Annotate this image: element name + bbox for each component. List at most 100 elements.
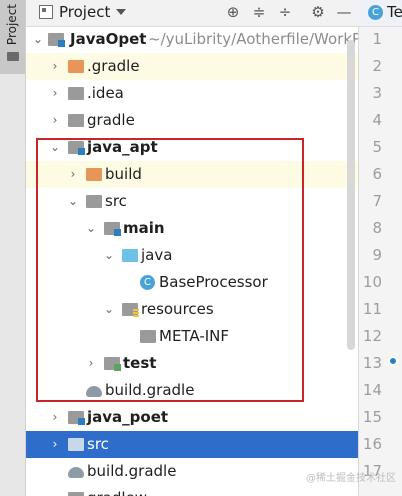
tree-row-label: build.gradle <box>105 381 195 399</box>
tree-row-label: META-INF <box>159 327 230 345</box>
implemented-marker-icon[interactable] <box>388 356 398 366</box>
tree-row-baseprocessor[interactable]: C BaseProcessor <box>26 269 358 296</box>
tree-row-java[interactable]: ⌄ java <box>26 242 358 269</box>
line-number: 8 <box>372 219 382 237</box>
line-number: 10 <box>362 273 382 291</box>
tree-row-main[interactable]: ⌄ main <box>26 215 358 242</box>
tree-row-label: test <box>123 354 157 372</box>
line-number: 6 <box>372 165 382 183</box>
line-number: 11 <box>362 300 382 318</box>
chevron-right-icon[interactable]: › <box>49 404 61 431</box>
project-tool-tab-label: Project <box>5 4 19 46</box>
tree-row-label: JavaOpet <box>70 30 147 48</box>
line-number: 9 <box>372 246 382 264</box>
tree-row-java-apt[interactable]: ⌄ java_apt <box>26 134 358 161</box>
project-panel-header: Project ⊕ ≑ ÷ ⚙ — <box>26 0 358 27</box>
module-folder-icon <box>48 33 65 47</box>
tree-row-label: java_apt <box>87 138 158 156</box>
tree-row-label: build.gradle <box>87 462 177 480</box>
tool-window-strip <box>0 0 26 496</box>
module-folder-icon <box>68 141 85 155</box>
tree-row-build-gradle[interactable]: build.gradle <box>26 377 358 404</box>
chevron-down-icon[interactable]: ⌄ <box>49 134 61 161</box>
folder-icon <box>68 438 84 451</box>
tree-row-label: gradle <box>87 111 135 129</box>
line-number: 1 <box>372 30 382 48</box>
chevron-down-icon[interactable]: ⌄ <box>103 296 115 323</box>
tree-scrollbar-thumb[interactable] <box>347 40 355 350</box>
chevron-down-icon[interactable]: ⌄ <box>85 215 97 242</box>
collapse-all-icon[interactable]: ÷ <box>276 3 294 21</box>
line-number: 3 <box>372 84 382 102</box>
chevron-right-icon[interactable]: › <box>49 431 61 458</box>
tree-row-label: BaseProcessor <box>159 273 268 291</box>
watermark: @稀土掘金技术社区 <box>306 473 396 484</box>
locate-icon[interactable]: ⊕ <box>224 3 242 21</box>
folder-icon <box>140 330 156 343</box>
tree-row-src-selected[interactable]: › src <box>26 431 358 458</box>
tree-row-gradlew[interactable]: gradlew <box>26 485 358 496</box>
tree-row-path: ~/yuLibrity/Aotherfile/WorkPla <box>148 30 358 48</box>
chevron-right-icon[interactable]: › <box>49 53 61 80</box>
chevron-right-icon[interactable]: › <box>49 80 61 107</box>
hide-icon[interactable]: — <box>335 3 353 21</box>
tree-row-label: .idea <box>87 84 124 102</box>
line-number: 4 <box>372 111 382 129</box>
gradle-icon <box>68 467 84 478</box>
gradle-icon <box>86 386 102 397</box>
excluded-folder-icon <box>86 168 102 181</box>
line-number: 12 <box>362 327 382 345</box>
tree-row-label: gradlew <box>87 485 147 496</box>
chevron-right-icon[interactable]: › <box>49 107 61 134</box>
line-number: 7 <box>372 192 382 210</box>
editor-tab-label: Te <box>387 3 402 21</box>
tree-row-label: main <box>123 219 165 237</box>
tree-row-gradle[interactable]: › gradle <box>26 107 358 134</box>
project-icon <box>39 5 53 19</box>
chevron-right-icon[interactable]: › <box>67 161 79 188</box>
line-number: 13 <box>362 354 382 372</box>
tree-row-meta-inf[interactable]: META-INF <box>26 323 358 350</box>
tree-row-idea[interactable]: › .idea <box>26 80 358 107</box>
tree-row-java-poet[interactable]: › java_poet <box>26 404 358 431</box>
class-icon: C <box>140 275 155 290</box>
chevron-down-icon[interactable] <box>116 9 126 15</box>
tree-row-label: src <box>87 435 109 453</box>
source-folder-icon <box>122 249 138 262</box>
panel-title[interactable]: Project <box>59 3 110 21</box>
chevron-right-icon[interactable]: › <box>85 350 97 377</box>
class-icon: C <box>368 5 383 20</box>
test-folder-icon <box>104 357 121 371</box>
line-number: 16 <box>362 435 382 453</box>
excluded-folder-icon <box>68 60 84 73</box>
resources-folder-icon <box>122 303 139 317</box>
tree-row-label: resources <box>141 300 214 318</box>
tree-row-label: .gradle <box>87 57 140 75</box>
tree-row-test[interactable]: › test <box>26 350 358 377</box>
chevron-down-icon[interactable]: ⌄ <box>67 188 79 215</box>
gear-icon[interactable]: ⚙ <box>309 3 327 21</box>
file-icon <box>68 492 84 496</box>
tree-row-build[interactable]: › build <box>26 161 358 188</box>
tree-row-label: java <box>141 246 173 264</box>
chevron-down-icon[interactable]: ⌄ <box>32 26 44 53</box>
module-folder-icon <box>68 411 85 425</box>
folder-icon <box>7 52 19 61</box>
line-number: 15 <box>362 408 382 426</box>
tree-row-javaopet[interactable]: ⌄ JavaOpet ~/yuLibrity/Aotherfile/WorkPl… <box>26 26 358 53</box>
line-number: 14 <box>362 381 382 399</box>
project-tree[interactable]: ⌄ JavaOpet ~/yuLibrity/Aotherfile/WorkPl… <box>26 26 358 496</box>
folder-icon <box>68 114 84 127</box>
tree-row-gradle-dir[interactable]: › .gradle <box>26 53 358 80</box>
tree-row-resources[interactable]: ⌄ resources <box>26 296 358 323</box>
expand-all-icon[interactable]: ≑ <box>250 3 268 21</box>
tree-row-src[interactable]: ⌄ src <box>26 188 358 215</box>
line-number: 5 <box>372 138 382 156</box>
chevron-down-icon[interactable]: ⌄ <box>103 242 115 269</box>
tree-row-label: src <box>105 192 127 210</box>
editor-tab[interactable]: C Te <box>358 0 402 27</box>
folder-icon <box>86 195 102 208</box>
project-tool-tab[interactable]: Project <box>0 0 25 74</box>
line-number: 2 <box>372 57 382 75</box>
tree-row-label: java_poet <box>87 408 169 426</box>
